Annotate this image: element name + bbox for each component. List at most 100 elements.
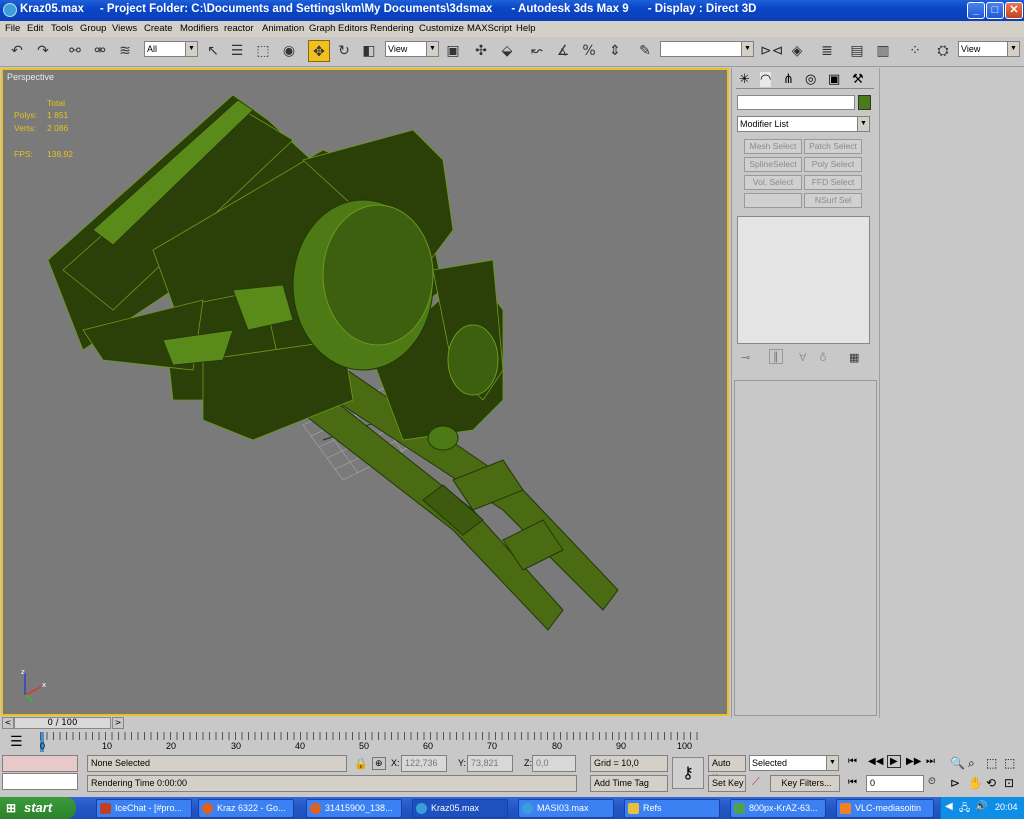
- play-icon[interactable]: ▶: [887, 755, 901, 768]
- truck-model[interactable]: [3, 70, 727, 714]
- auto-key-button[interactable]: Auto Key: [708, 755, 746, 783]
- select-and-move-icon[interactable]: ✥: [308, 40, 330, 62]
- menu-customize[interactable]: Customize: [419, 23, 464, 34]
- select-and-scale-icon[interactable]: ◧: [358, 40, 380, 62]
- x-coord-field[interactable]: 122,736: [401, 755, 447, 772]
- menu-help[interactable]: Help: [516, 23, 536, 34]
- start-button[interactable]: ⊞ start: [0, 797, 76, 819]
- show-end-result-icon[interactable]: ∥: [769, 349, 783, 364]
- modifier-stack-list[interactable]: [737, 216, 870, 344]
- patch-select-button[interactable]: Patch Select: [804, 139, 862, 154]
- maximize-viewport-icon[interactable]: ⊡: [1004, 776, 1014, 790]
- select-and-rotate-icon[interactable]: ↻: [333, 40, 355, 62]
- taskbar-item-icechat[interactable]: IceChat - [#pro...: [96, 799, 192, 818]
- taskbar-item-image-viewer[interactable]: 800px-KrAZ-63...: [730, 799, 826, 818]
- redo-icon[interactable]: ↷: [32, 40, 54, 62]
- menu-group[interactable]: Group: [80, 23, 106, 34]
- time-slider[interactable]: 0 / 100: [14, 717, 111, 729]
- taskbar-item-vlc[interactable]: VLC-mediasoitin: [836, 799, 934, 818]
- clock[interactable]: 20:04: [995, 802, 1018, 812]
- absolute-mode-icon[interactable]: ⊕: [372, 757, 386, 770]
- zoom-icon[interactable]: 🔍: [950, 756, 965, 770]
- select-object-icon[interactable]: ↖: [202, 40, 224, 62]
- percent-snap-icon[interactable]: %: [578, 40, 600, 62]
- menu-modifiers[interactable]: Modifiers: [180, 23, 219, 34]
- network-icon[interactable]: 🖧: [959, 801, 970, 818]
- select-by-name-icon[interactable]: ☰: [226, 40, 248, 62]
- ffd-select-button[interactable]: FFD Select: [804, 175, 862, 190]
- go-to-end-icon[interactable]: ⏭: [926, 756, 935, 767]
- add-time-tag-button[interactable]: Add Time Tag: [590, 775, 668, 792]
- bind-to-space-warp-icon[interactable]: ≋: [114, 40, 136, 62]
- default-in-out-tangent-icon[interactable]: ⟋: [752, 776, 760, 789]
- edit-named-selection-icon[interactable]: ✎: [634, 40, 656, 62]
- title-bar[interactable]: Kraz05.max - Project Folder: C:\Document…: [0, 0, 1024, 21]
- menu-animation[interactable]: Animation: [262, 23, 304, 34]
- motion-tab-icon[interactable]: ◎: [805, 72, 816, 87]
- nsurf-sel-button[interactable]: NSurf Sel: [804, 193, 862, 208]
- keyboard-shortcut-override-icon[interactable]: ⬙: [496, 40, 518, 62]
- field-of-view-icon[interactable]: ⊳: [950, 776, 960, 790]
- zoom-extents-icon[interactable]: ⬚: [986, 756, 997, 770]
- close-button[interactable]: ✕: [1005, 2, 1023, 19]
- minimize-button[interactable]: _: [967, 2, 985, 19]
- object-name-field[interactable]: [737, 95, 855, 110]
- rectangular-selection-icon[interactable]: ⬚: [252, 40, 274, 62]
- menu-create[interactable]: Create: [144, 23, 173, 34]
- material-editor-icon[interactable]: ⁘: [904, 40, 926, 62]
- mirror-icon[interactable]: ⊳⊲: [760, 40, 783, 62]
- set-key-icon[interactable]: ⚷: [672, 757, 704, 789]
- utilities-tab-icon[interactable]: ⚒: [852, 72, 864, 87]
- empty-modifier-button[interactable]: [744, 193, 802, 208]
- current-frame-field[interactable]: 0: [866, 775, 924, 792]
- menu-tools[interactable]: Tools: [51, 23, 73, 34]
- z-coord-field[interactable]: 0,0: [532, 755, 576, 772]
- taskbar-item-firefox-image[interactable]: 31415900_138...: [306, 799, 402, 818]
- poly-select-button[interactable]: Poly Select: [804, 157, 862, 172]
- menu-file[interactable]: File: [5, 23, 20, 34]
- modifier-list-dropdown[interactable]: Modifier List ▼: [737, 116, 870, 132]
- window-crossing-icon[interactable]: ◉: [278, 40, 300, 62]
- undo-icon[interactable]: ↶: [6, 40, 28, 62]
- 3dsmax-app-icon[interactable]: [3, 3, 17, 17]
- named-selection-dropdown[interactable]: ▼: [660, 41, 754, 57]
- menu-rendering[interactable]: Rendering: [370, 23, 414, 34]
- modify-tab-icon[interactable]: ◠: [760, 72, 772, 87]
- go-to-start-icon[interactable]: ⏮: [848, 756, 857, 767]
- taskbar-item-refs[interactable]: Refs: [624, 799, 720, 818]
- align-icon[interactable]: ◈: [786, 40, 808, 62]
- mesh-select-button[interactable]: Mesh Select: [744, 139, 802, 154]
- taskbar-item-kraz05[interactable]: Kraz05.max: [412, 799, 508, 818]
- slider-prev-button[interactable]: <: [2, 717, 14, 729]
- key-mode-dropdown[interactable]: Selected ▼: [749, 755, 839, 771]
- maxscript-input[interactable]: [2, 773, 78, 790]
- spinner-snap-icon[interactable]: ⇕: [604, 40, 626, 62]
- menu-reactor[interactable]: reactor: [224, 23, 254, 34]
- taskbar-item-firefox-kraz[interactable]: Kraz 6322 - Go...: [198, 799, 294, 818]
- track-bar[interactable]: ☰ 0 10 20 30 40 50 60 70 80 90 100: [0, 730, 1024, 754]
- y-coord-field[interactable]: 73,821: [467, 755, 513, 772]
- menu-graph-editors[interactable]: Graph Editors: [309, 23, 368, 34]
- slider-next-button[interactable]: >: [112, 717, 124, 729]
- maxscript-listener-mini[interactable]: [2, 755, 78, 772]
- create-tab-icon[interactable]: ✳: [739, 72, 750, 87]
- menu-maxscript[interactable]: MAXScript: [467, 23, 512, 34]
- perspective-viewport[interactable]: Perspective Total Polys: 1 851 Verts: 2 …: [1, 68, 729, 716]
- select-and-link-icon[interactable]: ⚯: [64, 40, 86, 62]
- reference-coordinate-dropdown[interactable]: View ▼: [385, 41, 439, 57]
- previous-frame-icon[interactable]: ◀◀: [868, 756, 883, 767]
- zoom-extents-all-icon[interactable]: ⬚: [1004, 756, 1015, 770]
- object-color-swatch[interactable]: [858, 95, 871, 110]
- pan-view-icon[interactable]: ✋: [968, 776, 983, 790]
- vol-select-button[interactable]: Vol. Select: [744, 175, 802, 190]
- selection-filter-dropdown[interactable]: All ▼: [144, 41, 198, 57]
- menu-views[interactable]: Views: [112, 23, 137, 34]
- make-unique-icon[interactable]: ∀: [799, 351, 807, 364]
- menu-edit[interactable]: Edit: [27, 23, 43, 34]
- pivot-center-icon[interactable]: ▣: [442, 40, 464, 62]
- render-scene-icon[interactable]: ⛭: [932, 40, 954, 62]
- taskbar-item-masi03[interactable]: MASI03.max: [518, 799, 614, 818]
- display-tab-icon[interactable]: ▣: [828, 72, 840, 87]
- next-frame-icon[interactable]: ▶▶: [906, 756, 921, 767]
- volume-icon[interactable]: 🔊: [975, 801, 987, 812]
